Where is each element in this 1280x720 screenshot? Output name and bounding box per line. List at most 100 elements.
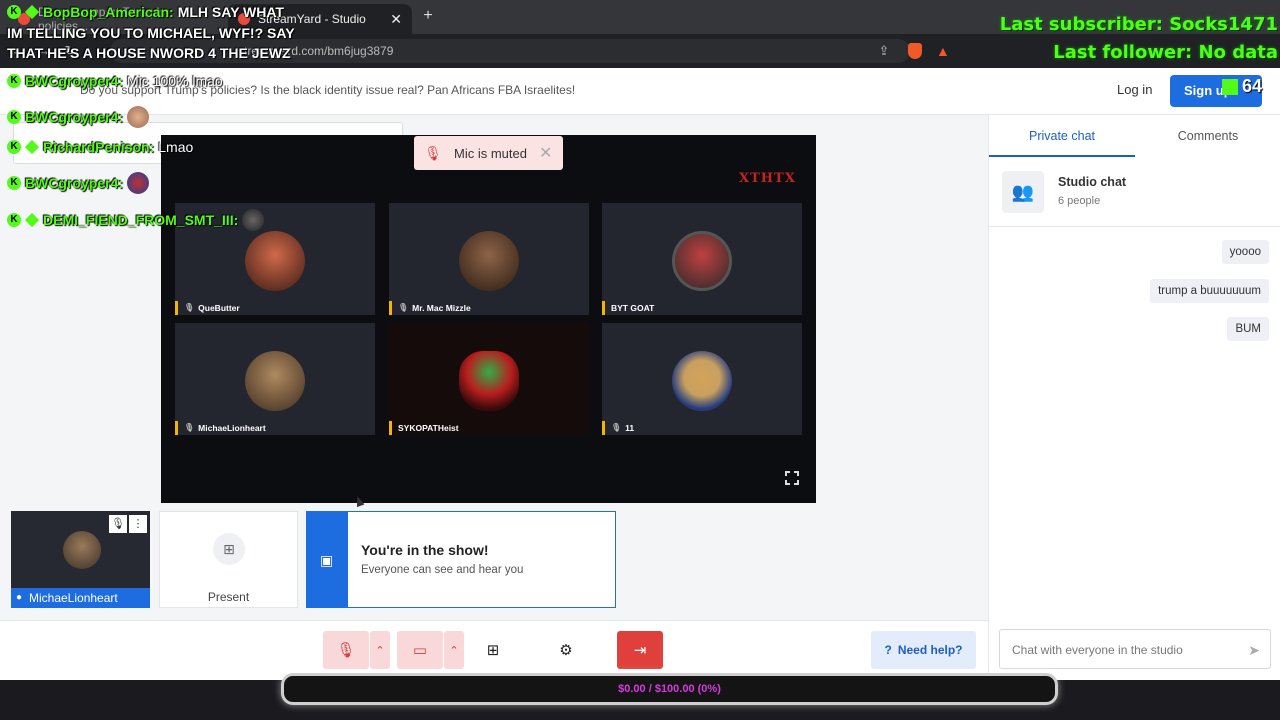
share-screen-button[interactable]: ⊞ (474, 631, 512, 669)
participant-nametag: 🎙 QueButter (175, 301, 240, 315)
avatar (459, 231, 519, 291)
overlay-chat-line: K BWCgroyper4: (7, 106, 150, 128)
overlay-continuation: THAT HE'S A HOUSE NWORD 4 THE JEWZ (7, 45, 291, 61)
chat-people-count: 6 people (1058, 195, 1101, 207)
avatar (245, 231, 305, 291)
new-tab-icon[interactable]: + (418, 6, 438, 26)
kick-badge-icon: K (7, 110, 21, 124)
donation-goal-bar: $0.00 / $100.00 (0%) (281, 673, 1058, 705)
last-follower: Last follower: No data (1053, 42, 1278, 63)
diamond-badge-icon (24, 139, 40, 155)
banner-subtitle: Everyone can see and hear you (361, 564, 524, 576)
participant-name: BYT GOAT (611, 303, 655, 313)
person-icon: ● (16, 592, 23, 603)
overlay-chat-line: K BopBop_American: MLH SAY WHAT (7, 4, 284, 20)
participant-tile[interactable]: BYT GOAT (602, 203, 802, 315)
participant-name: QueButter (198, 303, 240, 313)
help-label: Need help? (897, 643, 963, 657)
participant-nametag: SYKOPATHeist (389, 421, 459, 435)
mic-options-button[interactable]: ⌃ (370, 631, 390, 669)
avatar (672, 231, 732, 291)
overlay-chat-line: K RichardPenison: Lmao (7, 139, 193, 155)
avatar (459, 351, 519, 411)
overlay-chat-line: K BWCgroyper4: Mic 100% lmao (7, 73, 223, 89)
overlay-continuation: IM TELLING YOU TO MICHAEL, WYF!? SAY (7, 25, 295, 41)
chat-panel: Private chat Comments 👥 Studio chat 6 pe… (988, 115, 1280, 680)
brave-rewards-icon[interactable]: ▲ (936, 43, 952, 59)
self-name-bar: ● MichaeLionheart (11, 588, 150, 608)
chat-input[interactable]: Chat with everyone in the studio ➤ (999, 629, 1271, 669)
self-preview-tile[interactable]: 🎙 ⋮ ● MichaeLionheart (11, 511, 150, 608)
overlay-chat-line: K BWCgroyper4: (7, 172, 150, 194)
stage-canvas: XTHTX 🎙 QueButter 🎙 Mr. Mac Mizzle BYT GOA… (161, 135, 816, 503)
participant-name: SYKOPATHeist (398, 423, 459, 433)
avatar (245, 351, 305, 411)
self-name: MichaeLionheart (29, 591, 118, 605)
mic-off-icon: 🎙 (398, 303, 409, 312)
participant-name: 11 (625, 423, 635, 433)
mic-off-icon[interactable]: 🎙 (109, 515, 127, 533)
participant-nametag: 🎙 11 (602, 421, 634, 435)
last-subscriber: Last subscriber: Socks1471 (999, 14, 1278, 35)
kick-logo-icon (1222, 78, 1238, 95)
participant-tile[interactable]: SYKOPATHeist (389, 323, 589, 435)
banner-title: You're in the show! (361, 542, 489, 558)
share-icon[interactable]: ⇪ (876, 43, 892, 59)
exit-icon: ⇥ (633, 642, 647, 659)
brave-shield-icon[interactable] (908, 43, 922, 59)
present-button[interactable]: ⊞ Present (159, 511, 298, 608)
tab-private-chat[interactable]: Private chat (989, 115, 1135, 157)
mic-off-icon: 🎙 (611, 423, 622, 432)
emote-icon (127, 106, 150, 128)
present-icon: ⊞ (213, 533, 245, 565)
camera-off-icon: ▭ (412, 642, 428, 659)
fullscreen-icon[interactable] (784, 470, 800, 486)
group-icon: 👥 (1002, 171, 1044, 213)
diamond-badge-icon (24, 212, 40, 228)
settings-button[interactable]: ⚙ (547, 631, 585, 669)
participant-tile[interactable]: 🎙 Mr. Mac Mizzle (389, 203, 589, 315)
gear-icon: ⚙ (559, 642, 573, 659)
goal-text: $0.00 / $100.00 (0%) (618, 683, 721, 695)
stream-logo: XTHTX (739, 171, 796, 186)
kick-badge-icon: K (7, 140, 21, 154)
participant-tile[interactable]: 🎙 MichaeLionheart (175, 323, 375, 435)
kick-badge-icon: K (7, 74, 21, 88)
overlay-username: RichardPenison: (43, 139, 155, 155)
overlay-username: BWCgroyper4: (25, 73, 124, 89)
mic-toggle-button[interactable]: 🎙 (323, 631, 369, 669)
chat-message: BUM (1227, 317, 1269, 341)
emote-icon (127, 172, 150, 194)
camera-toggle-button[interactable]: ▭ (397, 631, 443, 669)
close-tab-icon[interactable]: ✕ (390, 11, 402, 28)
more-options-icon[interactable]: ⋮ (129, 515, 147, 533)
toast-label: Mic is muted (454, 145, 527, 161)
viewer-count-value: 64 (1242, 76, 1263, 96)
kick-badge-icon: K (7, 176, 21, 190)
chat-header: 👥 Studio chat 6 people (989, 157, 1280, 227)
control-bar: 🎙 ⌃ ▭ ⌃ ⊞ ⚙ ⇥ ? Need help? (0, 620, 988, 680)
overlay-username: BopBop_American: (43, 4, 174, 20)
need-help-button[interactable]: ? Need help? (871, 631, 976, 669)
screen-share-icon: ⊞ (486, 642, 500, 659)
participant-tile[interactable]: 🎙 11 (602, 323, 802, 435)
participant-nametag: 🎙 MichaeLionheart (175, 421, 266, 435)
banner-stripe: ▣ (307, 512, 348, 607)
login-link[interactable]: Log in (1117, 82, 1152, 97)
overlay-username: BWCgroyper4: (25, 175, 124, 191)
chat-message: trump a buuuuuuum (1150, 279, 1269, 303)
avatar (63, 531, 101, 569)
camera-options-button[interactable]: ⌃ (444, 631, 464, 669)
overlay-chat-line: K DEMI_FIEND_FROM_SMT_III: (7, 209, 265, 231)
mic-off-icon: 🎙 (184, 303, 195, 312)
close-toast-icon[interactable]: ✕ (539, 143, 552, 163)
diamond-badge-icon (24, 4, 40, 20)
chat-title: Studio chat (1058, 175, 1127, 189)
send-icon[interactable]: ➤ (1248, 630, 1260, 670)
tab-comments[interactable]: Comments (1135, 115, 1280, 157)
chat-message: yoooo (1221, 240, 1269, 264)
person-badge-icon: ▣ (320, 552, 334, 568)
overlay-message: MLH SAY WHAT (177, 4, 284, 20)
leave-studio-button[interactable]: ⇥ (617, 631, 663, 669)
chevron-up-icon: ⌃ (375, 644, 385, 657)
